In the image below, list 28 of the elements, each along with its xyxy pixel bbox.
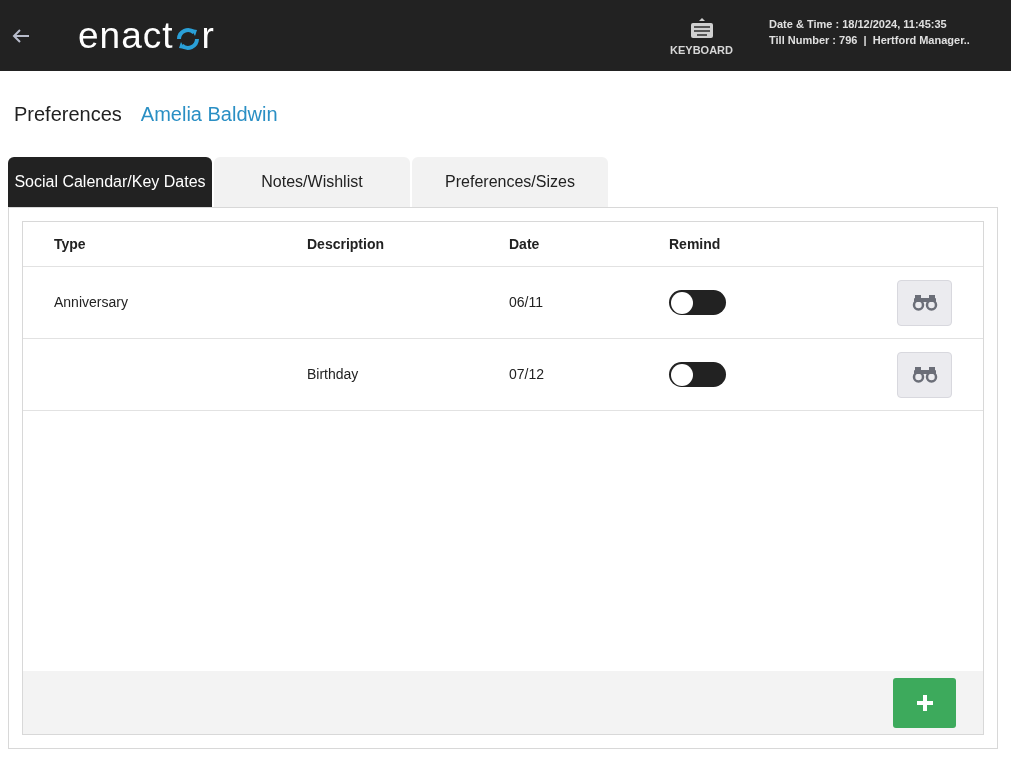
remind-toggle[interactable] bbox=[669, 362, 726, 387]
till-info-text: Till Number : 796 | Hertford Manager.. bbox=[769, 32, 969, 48]
refresh-icon bbox=[174, 25, 201, 52]
view-button[interactable] bbox=[897, 351, 952, 398]
view-button[interactable] bbox=[897, 279, 952, 326]
date-time-text: Date & Time : 18/12/2024, 11:45:35 bbox=[769, 16, 948, 32]
logo: enact r bbox=[78, 17, 215, 54]
back-arrow-icon bbox=[11, 27, 31, 44]
binoculars-icon bbox=[910, 366, 939, 383]
column-header: Description bbox=[307, 234, 385, 254]
table-cell: 06/11 bbox=[509, 294, 543, 310]
plus-icon bbox=[915, 693, 934, 712]
tab[interactable]: Notes/Wishlist bbox=[214, 157, 410, 207]
column-header: Date bbox=[509, 234, 541, 254]
add-button[interactable] bbox=[893, 677, 956, 728]
customer-name: Amelia Baldwin bbox=[140, 102, 278, 127]
binoculars-icon bbox=[910, 294, 939, 311]
tab[interactable]: Preferences/Sizes bbox=[412, 157, 608, 207]
keyboard-icon bbox=[689, 16, 714, 39]
table-cell: 07/12 bbox=[509, 366, 545, 382]
column-header: Type bbox=[53, 234, 87, 254]
column-header: Remind bbox=[669, 234, 722, 254]
keyboard-button[interactable]: KEYBOARD bbox=[670, 16, 733, 59]
table-cell: Anniversary bbox=[54, 294, 128, 310]
page-title: Preferences bbox=[14, 102, 122, 127]
remind-toggle[interactable] bbox=[669, 290, 726, 315]
tab[interactable]: Social Calendar/Key Dates bbox=[8, 157, 212, 207]
table-cell: Birthday bbox=[307, 366, 359, 382]
